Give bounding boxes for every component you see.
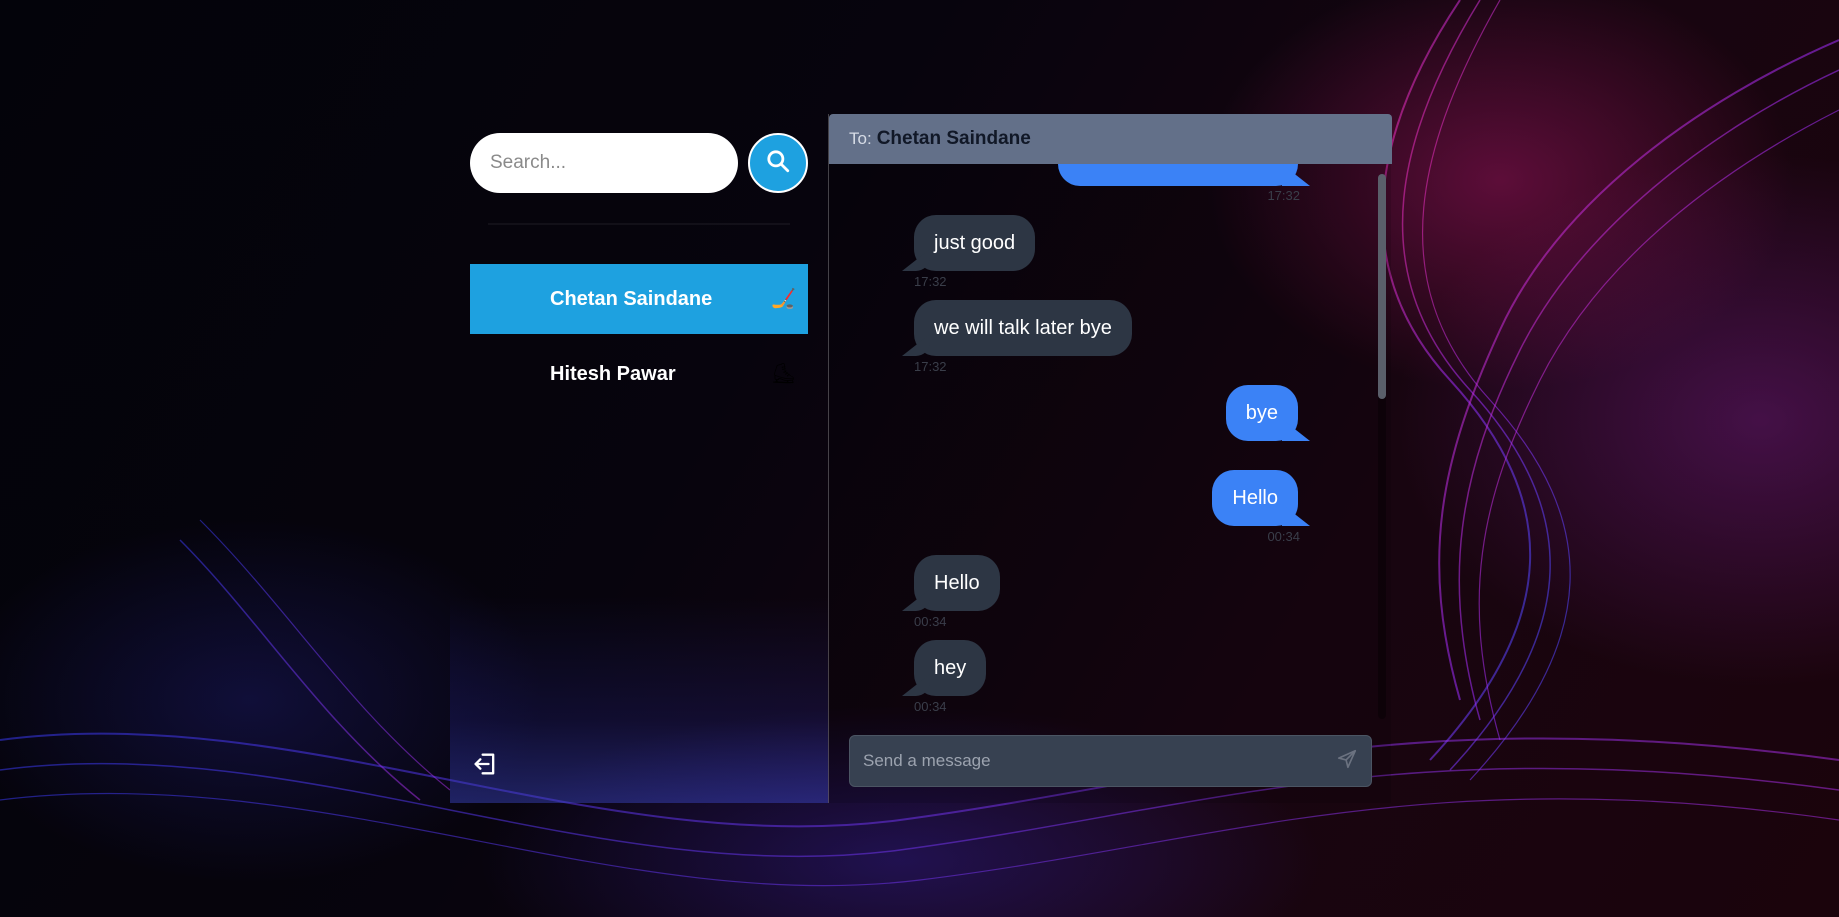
ice-skate-icon: ⛸ [770, 363, 796, 385]
message-bubble-received: just good [914, 215, 1036, 271]
message-time: 17:32 [914, 274, 947, 289]
logout-icon [471, 750, 499, 783]
to-label: To: [849, 129, 872, 148]
message-text: hey [934, 656, 967, 679]
message-text: we will talk later bye [934, 316, 1112, 339]
search-button[interactable] [748, 133, 808, 193]
sidebar: Chetan Saindane 🏒 Hitesh Pawar ⛸ [450, 114, 828, 803]
message-text: just good [934, 231, 1016, 254]
send-button[interactable] [1323, 737, 1371, 785]
message-bubble-received: hey [914, 640, 987, 696]
chat-app: Chetan Saindane 🏒 Hitesh Pawar ⛸ To: Che… [450, 114, 1392, 803]
message-bubble-sent [1058, 164, 1298, 186]
message-time: 00:34 [914, 614, 947, 629]
chat-header: To: Chetan Saindane [829, 114, 1392, 164]
message-scrollbar-thumb[interactable] [1378, 174, 1386, 399]
contact-item-chetan-saindane[interactable]: Chetan Saindane 🏒 [470, 264, 808, 334]
message-time: 00:34 [914, 699, 947, 714]
hockey-stick-icon: 🏒 [771, 288, 796, 310]
message-bubble-sent: bye [1225, 385, 1298, 441]
message-time: 17:32 [1267, 188, 1300, 203]
message-time: 17:32 [914, 359, 947, 374]
chat-panel: To: Chetan Saindane 17:32 just good 17:3… [828, 114, 1392, 803]
message-text: Hello [1232, 486, 1278, 509]
send-icon [1336, 748, 1358, 775]
message-bubble-received: Hello [914, 555, 1000, 611]
search-bar [470, 133, 808, 193]
contact-item-hitesh-pawar[interactable]: Hitesh Pawar ⛸ [470, 339, 808, 409]
sidebar-divider [488, 223, 790, 225]
message-text: Hello [934, 571, 980, 594]
contact-name: Hitesh Pawar [550, 362, 676, 385]
message-bubble-received: we will talk later bye [914, 300, 1132, 356]
message-bubble-sent: Hello [1212, 470, 1298, 526]
logout-button[interactable] [470, 751, 500, 781]
message-composer [849, 735, 1372, 787]
message-input[interactable] [850, 737, 1323, 785]
recipient-name: Chetan Saindane [876, 128, 1031, 149]
search-input[interactable] [470, 133, 738, 193]
message-list[interactable]: 17:32 just good 17:32 we will talk later… [829, 164, 1392, 724]
search-icon [765, 148, 791, 179]
message-time: 00:34 [1267, 529, 1300, 544]
message-text: bye [1245, 401, 1278, 424]
contact-name: Chetan Saindane [550, 287, 713, 310]
